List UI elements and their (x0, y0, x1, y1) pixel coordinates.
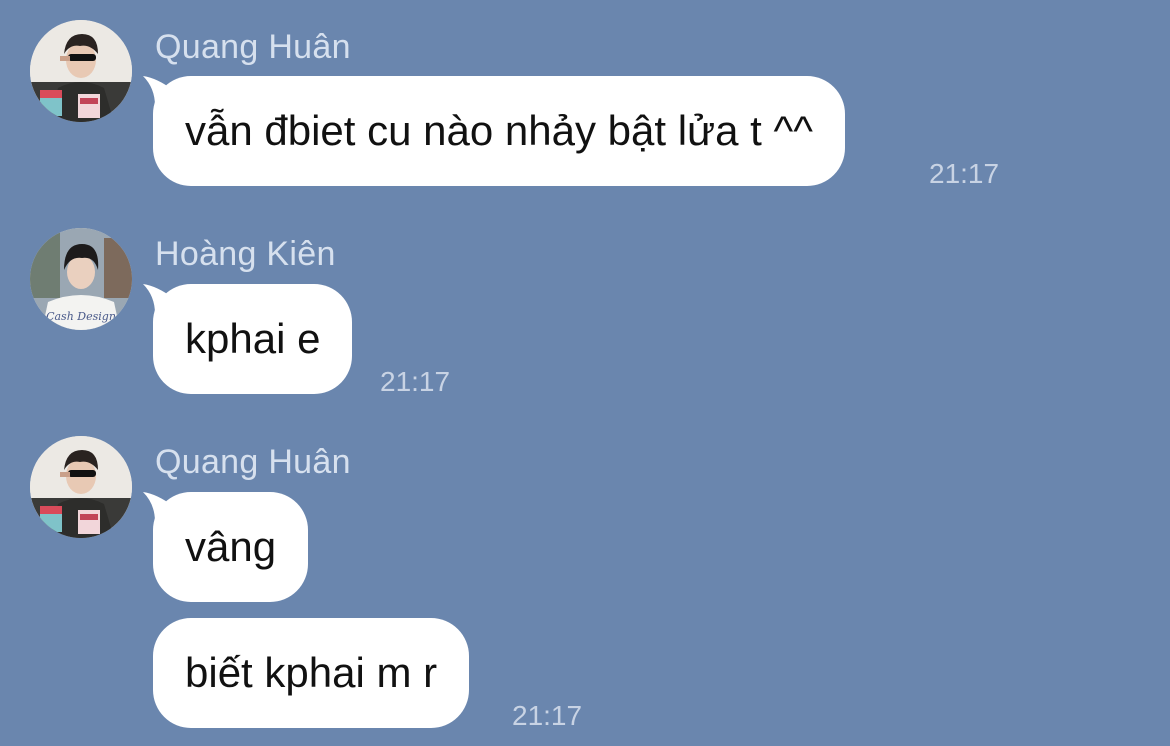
message-text: kphai e (185, 315, 321, 362)
avatar-quang-huan[interactable] (30, 20, 132, 122)
svg-text:Cash Design: Cash Design (46, 310, 116, 323)
message-timestamp: 21:17 (512, 700, 583, 731)
bubble-tail-icon (143, 284, 173, 314)
bubble-tail-icon (143, 492, 173, 522)
message-bubble[interactable]: vẫn đbiet cu nào nhảy bật lửa t ^^ (143, 76, 845, 186)
sender-name: Quang Huân (155, 28, 351, 66)
person-with-sunglasses-avatar-icon (30, 20, 132, 122)
message-bubble[interactable]: biết kphai m r (153, 618, 470, 728)
person-in-white-shirt-avatar-icon: Cash Design (30, 228, 132, 330)
message-timestamp: 21:17 (380, 366, 451, 397)
message-bubble[interactable]: vâng (143, 492, 309, 602)
message-text: vẫn đbiet cu nào nhảy bật lửa t ^^ (185, 107, 813, 154)
sender-name: Hoàng Kiên (155, 235, 336, 273)
bubble-tail-icon (143, 76, 173, 106)
sender-name: Quang Huân (155, 443, 351, 481)
person-with-sunglasses-avatar-icon (30, 436, 132, 538)
message-text: biết kphai m r (185, 649, 438, 696)
message-bubble[interactable]: kphai e (143, 284, 353, 394)
message-timestamp: 21:17 (929, 158, 1000, 189)
avatar-hoang-kien[interactable]: Cash Design (30, 228, 132, 330)
message-text: vâng (185, 523, 277, 570)
chat-thread: Quang Huân vẫn đbiet cu nào nhảy bật lửa… (0, 0, 1170, 746)
avatar-quang-huan[interactable] (30, 436, 132, 538)
